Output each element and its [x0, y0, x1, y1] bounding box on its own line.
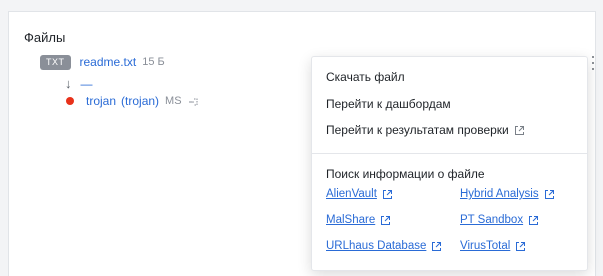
service-label: VirusTotal	[460, 240, 511, 252]
child-row: ↓ —	[65, 76, 93, 91]
file-row: TXT readme.txt 15 Б	[40, 54, 165, 70]
service-label: AlienVault	[326, 188, 377, 200]
external-link-icon	[544, 189, 555, 200]
service-label: Hybrid Analysis	[460, 188, 539, 200]
copy-icon[interactable]	[188, 96, 200, 106]
external-link-icon	[380, 215, 391, 226]
threat-name-link[interactable]: trojan	[86, 94, 116, 108]
link-alienvault[interactable]: AlienVault	[326, 188, 393, 200]
link-urlhaus[interactable]: URLhaus Database	[326, 240, 442, 252]
service-label: MalShare	[326, 214, 376, 226]
context-menu: Скачать файл Перейти к дашбордам Перейти…	[311, 56, 588, 271]
external-link-icon	[431, 241, 442, 252]
service-label: PT Sandbox	[460, 214, 524, 226]
link-hybrid-analysis[interactable]: Hybrid Analysis	[460, 188, 555, 200]
link-virustotal[interactable]: VirusTotal	[460, 240, 526, 252]
file-size: 15 Б	[142, 56, 165, 68]
external-link-icon	[382, 189, 393, 200]
section-title: Файлы	[24, 30, 66, 45]
external-link-icon	[514, 125, 525, 136]
menu-item-dashboards[interactable]: Перейти к дашбордам	[326, 97, 451, 111]
menu-item-label: Перейти к дашбордам	[326, 97, 451, 111]
lookup-title: Поиск информации о файле	[326, 167, 485, 181]
menu-divider	[312, 153, 587, 154]
menu-item-label: Перейти к результатам проверки	[326, 123, 509, 137]
menu-item-download[interactable]: Скачать файл	[326, 70, 405, 84]
arrow-down-icon: ↓	[65, 76, 72, 91]
file-name-link[interactable]: readme.txt	[80, 55, 137, 69]
service-label: URLhaus Database	[326, 240, 427, 252]
threat-vendor: MS	[165, 95, 182, 107]
menu-item-label: Скачать файл	[326, 70, 405, 84]
external-link-icon	[528, 215, 539, 226]
threat-row: trojan (trojan) MS	[66, 94, 200, 108]
link-pt-sandbox[interactable]: PT Sandbox	[460, 214, 539, 226]
threat-family-link[interactable]: (trojan)	[121, 94, 159, 108]
threat-status-dot	[66, 97, 74, 105]
child-name-link[interactable]: —	[81, 77, 93, 91]
kebab-menu-icon[interactable]	[590, 56, 596, 70]
menu-item-scan-results[interactable]: Перейти к результатам проверки	[326, 123, 525, 137]
file-type-badge: TXT	[40, 54, 71, 70]
link-malshare[interactable]: MalShare	[326, 214, 391, 226]
external-link-icon	[515, 241, 526, 252]
